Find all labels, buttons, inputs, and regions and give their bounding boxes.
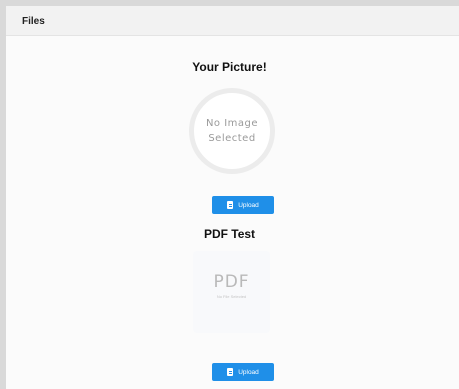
image-placeholder-line1: No Image	[205, 118, 259, 129]
pdf-section-title: PDF Test	[203, 227, 256, 241]
image-preview-placeholder: No Image Selected	[189, 88, 275, 174]
upload-picture-button[interactable]: Upload	[212, 196, 274, 214]
panel-title: Files	[22, 16, 45, 27]
upload-pdf-label: Upload	[238, 368, 259, 376]
picture-section-title: Your Picture!	[192, 60, 267, 74]
file-icon	[227, 368, 234, 376]
upload-picture-label: Upload	[238, 201, 259, 209]
file-icon	[227, 201, 234, 209]
pdf-placeholder-label: PDF	[213, 272, 250, 292]
pdf-preview-placeholder: PDF No File Selected	[193, 251, 270, 333]
image-placeholder-line2: Selected	[208, 133, 256, 144]
pdf-placeholder-subtext: No File Selected	[216, 294, 247, 299]
panel-header	[6, 6, 459, 36]
upload-pdf-button[interactable]: Upload	[212, 363, 274, 381]
image-placeholder-text: No Image Selected	[206, 116, 258, 146]
